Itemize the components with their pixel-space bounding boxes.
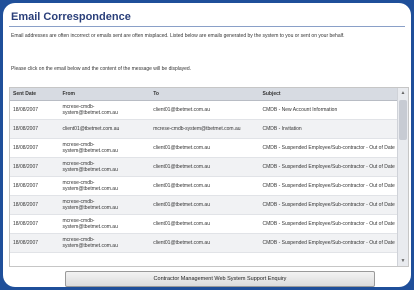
cell-from: mcrese-cmdb-system@tbetmet.com.au — [59, 157, 151, 177]
cell-from: client01@tbetmet.com.au — [59, 119, 151, 139]
intro-text: Email addresses are often incorrect or e… — [11, 33, 345, 39]
table-row[interactable]: 18/08/2007 mcrese-cmdb-system@tbetmet.co… — [10, 195, 408, 215]
table-row[interactable]: 18/08/2007 mcrese-cmdb-system@tbetmet.co… — [10, 100, 408, 120]
cell-date: 18/08/2007 — [10, 176, 60, 196]
header-from[interactable]: From — [59, 88, 151, 101]
table-row[interactable]: 18/08/2007 client01@tbetmet.com.au mcres… — [10, 119, 408, 139]
vertical-scrollbar[interactable]: ▲ ▼ — [397, 88, 408, 266]
cell-subject: CMDB - Suspended Employee/Sub-contractor… — [259, 157, 408, 177]
table-row[interactable]: 18/08/2007 mcrese-cmdb-system@tbetmet.co… — [10, 233, 408, 253]
table-row[interactable]: 18/08/2007 mcrese-cmdb-system@tbetmet.co… — [10, 138, 408, 158]
cell-subject: CMDB - Suspended Employee/Sub-contractor… — [259, 195, 408, 215]
cell-date: 18/08/2007 — [10, 214, 60, 234]
email-grid: Sent Date From To Subject 18/08/2007 mcr… — [9, 87, 409, 267]
title-divider — [9, 26, 405, 27]
cell-date: 18/08/2007 — [10, 195, 60, 215]
cell-date: 18/08/2007 — [10, 233, 60, 253]
cell-subject: CMDB - Suspended Employee/Sub-contractor… — [259, 176, 408, 196]
header-sent-date[interactable]: Sent Date — [10, 88, 60, 101]
cell-from: mcrese-cmdb-system@tbetmet.com.au — [59, 195, 151, 215]
cell-date: 18/08/2007 — [10, 119, 60, 139]
email-table: Sent Date From To Subject 18/08/2007 mcr… — [10, 88, 408, 253]
cell-to: client01@tbetmet.com.au — [150, 195, 260, 215]
table-row[interactable]: 18/08/2007 mcrese-cmdb-system@tbetmet.co… — [10, 157, 408, 177]
table-row[interactable]: 18/08/2007 mcrese-cmdb-system@tbetmet.co… — [10, 214, 408, 234]
cell-subject: CMDB - New Account Information — [259, 100, 408, 120]
cell-to: mcrese-cmdb-system@tbetmet.com.au — [150, 119, 260, 139]
page-title: Email Correspondence — [11, 11, 131, 23]
cell-from: mcrese-cmdb-system@tbetmet.com.au — [59, 100, 151, 120]
cell-subject: CMDB - Suspended Employee/Sub-contractor… — [259, 138, 408, 158]
table-header-row: Sent Date From To Subject — [10, 88, 408, 101]
cell-date: 18/08/2007 — [10, 138, 60, 158]
cell-to: client01@tbetmet.com.au — [150, 233, 260, 253]
cell-from: mcrese-cmdb-system@tbetmet.com.au — [59, 214, 151, 234]
cell-date: 18/08/2007 — [10, 157, 60, 177]
cell-subject: CMDB - Suspended Employee/Sub-contractor… — [259, 214, 408, 234]
support-enquiry-button[interactable]: Contractor Management Web System Support… — [65, 271, 375, 287]
cell-to: client01@tbetmet.com.au — [150, 157, 260, 177]
header-subject[interactable]: Subject — [259, 88, 408, 101]
cell-to: client01@tbetmet.com.au — [150, 214, 260, 234]
scroll-up-arrow-icon[interactable]: ▲ — [398, 88, 408, 98]
cell-to: client01@tbetmet.com.au — [150, 100, 260, 120]
cell-from: mcrese-cmdb-system@tbetmet.com.au — [59, 233, 151, 253]
cell-subject: CMDB - Suspended Employee/Sub-contractor… — [259, 233, 408, 253]
cell-to: client01@tbetmet.com.au — [150, 138, 260, 158]
cell-subject: CMDB - Invitation — [259, 119, 408, 139]
header-to[interactable]: To — [150, 88, 260, 101]
scroll-down-arrow-icon[interactable]: ▼ — [398, 256, 408, 266]
cell-from: mcrese-cmdb-system@tbetmet.com.au — [59, 138, 151, 158]
cell-to: client01@tbetmet.com.au — [150, 176, 260, 196]
instruction-text: Please click on the email below and the … — [11, 66, 192, 72]
table-row[interactable]: 18/08/2007 mcrese-cmdb-system@tbetmet.co… — [10, 176, 408, 196]
cell-from: mcrese-cmdb-system@tbetmet.com.au — [59, 176, 151, 196]
email-correspondence-panel: Email Correspondence Email addresses are… — [3, 3, 411, 287]
scroll-thumb[interactable] — [399, 100, 407, 140]
cell-date: 18/08/2007 — [10, 100, 60, 120]
